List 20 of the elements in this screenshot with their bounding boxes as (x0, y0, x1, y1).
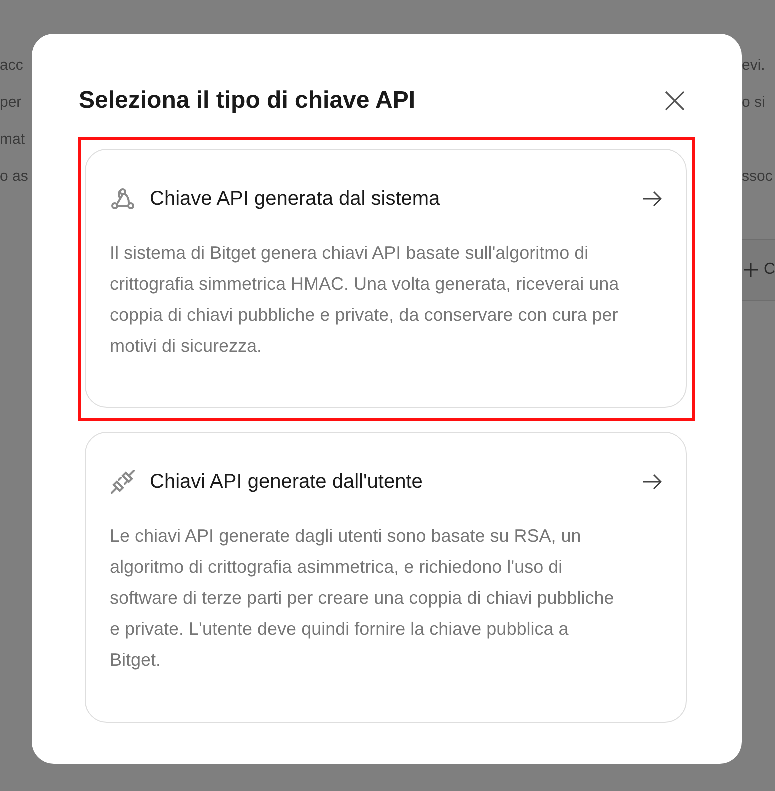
webhook-icon (110, 186, 136, 212)
page-text: ssoc (742, 168, 774, 185)
page-text: o si (742, 94, 766, 111)
add-button[interactable]: C (742, 239, 775, 301)
option-description: Le chiavi API generate dagli utenti sono basate su RSA, un algoritmo di crittografia asimmetrica, e richiedono l'uso di software di terze parti per creare una coppia di chiavi pubbliche e private. L'utente deve quindi fornire la chiave pubblica a Bitget. (110, 525, 616, 672)
arrow-icon (642, 474, 662, 490)
option-description: Il sistema di Bitget genera chiavi API basate sull'algoritmo di crittografia simmetrica HMAC. Una volta generata, riceverai una coppia di chiavi pubbliche e private, da conservare con cura per motivi di sicurezza. (110, 242, 620, 358)
page-text: o as (0, 168, 30, 185)
plus-icon (744, 263, 758, 277)
option-title: Chiavi API generate dall'utente (150, 470, 424, 494)
plug-icon (110, 469, 136, 495)
page-text: evi. (742, 57, 766, 74)
dialog-title: Seleziona il tipo di chiave API (79, 87, 416, 115)
close-icon[interactable] (664, 90, 686, 112)
option-title: Chiave API generata dal sistema (150, 188, 442, 210)
page-text: mat (0, 131, 26, 148)
arrow-icon (642, 191, 662, 207)
page-text: acc (0, 57, 24, 74)
page-text: per (0, 94, 23, 111)
option-card[interactable] (85, 432, 687, 723)
